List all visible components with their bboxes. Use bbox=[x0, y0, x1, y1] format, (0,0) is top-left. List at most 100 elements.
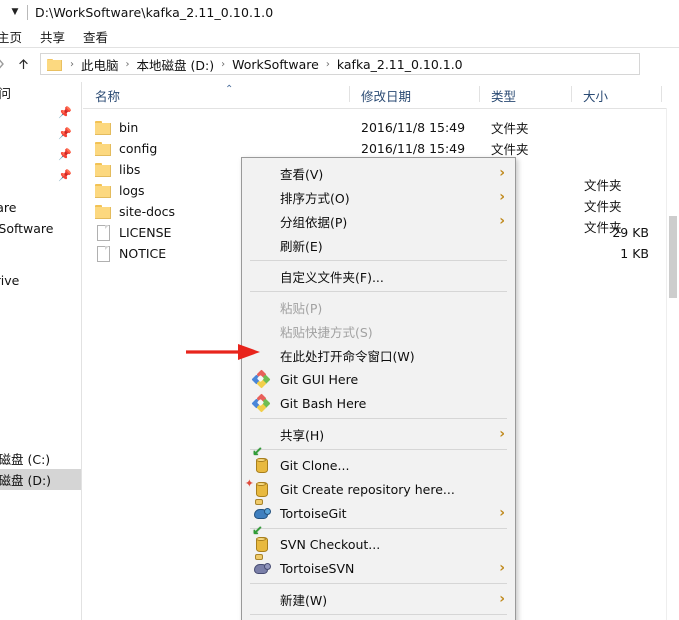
column-header-date-modified[interactable]: 修改日期 bbox=[349, 86, 411, 105]
menu-item-label: Git Bash Here bbox=[280, 395, 367, 411]
menu-item-new[interactable]: 新建(W) › bbox=[242, 587, 515, 611]
menu-item-git-bash-here[interactable]: Git Bash Here bbox=[242, 391, 515, 415]
scrollbar-thumb[interactable] bbox=[669, 216, 677, 298]
menu-item-view[interactable]: 查看(V) › bbox=[242, 161, 515, 185]
sidebar-item-software[interactable]: ware bbox=[0, 197, 82, 218]
menu-item-label: 刷新(E) bbox=[280, 238, 323, 254]
folder-icon bbox=[95, 120, 111, 135]
sidebar-item-videos[interactable]: 频 bbox=[0, 322, 82, 343]
folder-icon bbox=[95, 162, 111, 177]
column-header-type[interactable]: 类型 bbox=[479, 86, 516, 105]
menu-separator bbox=[250, 291, 507, 292]
file-icon bbox=[95, 246, 111, 262]
file-name-label: config bbox=[119, 141, 158, 156]
column-header-size[interactable]: 大小 bbox=[571, 86, 608, 105]
file-type-cell-hidden: 文件夹 bbox=[584, 220, 622, 235]
menu-item-tortoisegit[interactable]: TortoiseGit › bbox=[242, 499, 515, 525]
sidebar-item-onedrive[interactable]: Drive bbox=[0, 270, 82, 291]
file-explorer-window: ▼ D:\WorkSoftware\kafka_2.11_0.10.1.0 主页… bbox=[0, 0, 679, 620]
menu-item-refresh[interactable]: 刷新(E) bbox=[242, 233, 515, 257]
file-name-label: bin bbox=[119, 120, 139, 135]
tortoise-svn-icon bbox=[253, 554, 271, 576]
menu-item-group-by[interactable]: 分组依据(P) › bbox=[242, 209, 515, 233]
breadcrumb-local-disk-d[interactable]: 本地磁盘 (D:) bbox=[135, 55, 217, 74]
file-name-cell[interactable]: logs bbox=[95, 183, 145, 198]
sidebar-item-documents-pc[interactable]: 档 bbox=[0, 364, 82, 385]
file-date-cell: 2016/11/8 15:49 bbox=[361, 141, 466, 156]
breadcrumb-kafka[interactable]: kafka_2.11_0.10.1.0 bbox=[335, 57, 465, 72]
sidebar-item-local-disk-d[interactable]: 地磁盘 (D:) bbox=[0, 469, 82, 490]
column-header-name[interactable]: 名称 ⌃ bbox=[83, 84, 233, 105]
sidebar-item-worksoftware[interactable]: rkSoftware bbox=[0, 218, 82, 239]
sidebar-item-this-pc[interactable]: 脑 bbox=[0, 301, 82, 322]
file-name-label: logs bbox=[119, 183, 145, 198]
file-name-cell[interactable]: site-docs bbox=[95, 204, 175, 219]
menu-item-label: Git Create repository here... bbox=[280, 481, 455, 497]
vertical-scrollbar[interactable] bbox=[666, 108, 679, 620]
menu-item-git-create-repository-here[interactable]: ✦ Git Create repository here... bbox=[242, 477, 515, 501]
menu-item-paste: 粘贴(P) bbox=[242, 295, 515, 319]
tab-home[interactable]: 主页 bbox=[0, 26, 31, 47]
folder-icon bbox=[95, 141, 111, 156]
sidebar-item-engineering[interactable]: 程 bbox=[0, 239, 82, 260]
sidebar-item-downloads[interactable]: 载 📌 bbox=[0, 124, 82, 145]
file-name-label: NOTICE bbox=[119, 246, 167, 261]
menu-item-label: Git GUI Here bbox=[280, 371, 359, 387]
pin-icon[interactable]: 📌 bbox=[58, 128, 72, 140]
menu-item-open-command-window-here[interactable]: 在此处打开命令窗口(W) bbox=[242, 343, 515, 367]
folder-icon bbox=[95, 183, 111, 198]
sidebar-item-documents[interactable]: 档 📌 bbox=[0, 145, 82, 166]
sidebar-item-desktop[interactable]: 面 📌 bbox=[0, 103, 82, 124]
menu-item-label: 新建(W) bbox=[280, 592, 328, 608]
file-name-cell[interactable]: NOTICE bbox=[95, 246, 167, 262]
menu-item-tortoisesvn[interactable]: TortoiseSVN › bbox=[242, 554, 515, 580]
menu-item-customize-folder[interactable]: 自定义文件夹(F)... bbox=[242, 264, 515, 288]
file-icon bbox=[95, 225, 111, 241]
pin-icon[interactable]: 📌 bbox=[58, 149, 72, 161]
file-name-cell[interactable]: libs bbox=[95, 162, 140, 177]
sidebar-item-desktop-pc[interactable]: 面 bbox=[0, 427, 82, 448]
sidebar-item-music[interactable]: 乐 bbox=[0, 406, 82, 427]
sidebar-item-pictures[interactable]: 片 📌 bbox=[0, 166, 82, 187]
breadcrumb-worksoftware[interactable]: WorkSoftware bbox=[230, 57, 321, 72]
menu-item-label: 分组依据(P) bbox=[280, 214, 348, 230]
ribbon-tabs: 主页 共享 查看 bbox=[0, 25, 679, 47]
forward-icon[interactable] bbox=[0, 53, 12, 75]
menu-item-sort-by[interactable]: 排序方式(O) › bbox=[242, 185, 515, 209]
file-name-cell[interactable]: LICENSE bbox=[95, 225, 172, 241]
file-name-label: site-docs bbox=[119, 204, 176, 219]
sidebar-item-quick-access[interactable]: 访问 bbox=[0, 82, 82, 103]
pin-icon[interactable]: 📌 bbox=[58, 107, 72, 119]
breadcrumb-separator: › bbox=[325, 58, 330, 70]
file-name-cell[interactable]: bin bbox=[95, 120, 138, 135]
file-name-label: LICENSE bbox=[119, 225, 172, 240]
chevron-right-icon: › bbox=[499, 213, 505, 229]
chevron-right-icon: › bbox=[499, 591, 505, 607]
tab-share[interactable]: 共享 bbox=[31, 26, 74, 47]
column-divider[interactable] bbox=[661, 86, 662, 102]
menu-separator bbox=[250, 528, 507, 529]
file-type-cell: 文件夹 bbox=[491, 121, 529, 136]
breadcrumb-this-pc[interactable]: 此电脑 bbox=[79, 55, 121, 74]
menu-item-share[interactable]: 共享(H) › bbox=[242, 422, 515, 446]
sidebar-item-pictures-pc[interactable]: 片 bbox=[0, 343, 82, 364]
table-row[interactable]: bin 2016/11/8 15:49 文件夹 bbox=[83, 117, 679, 138]
chevron-down-icon[interactable]: ▼ bbox=[6, 4, 24, 22]
up-icon[interactable] bbox=[12, 53, 34, 75]
menu-item-svn-checkout[interactable]: ↙ SVN Checkout... bbox=[242, 525, 515, 556]
pin-icon[interactable]: 📌 bbox=[58, 170, 72, 182]
breadcrumb[interactable]: › 此电脑 › 本地磁盘 (D:) › WorkSoftware › kafka… bbox=[40, 53, 640, 75]
sidebar-item-downloads-pc[interactable]: 载 bbox=[0, 385, 82, 406]
sidebar-item-local-disk-c[interactable]: 地磁盘 (C:) bbox=[0, 448, 82, 469]
git-icon bbox=[251, 369, 271, 389]
address-bar: › 此电脑 › 本地磁盘 (D:) › WorkSoftware › kafka… bbox=[0, 48, 679, 80]
sort-ascending-icon: ⌃ bbox=[225, 84, 234, 95]
table-row[interactable]: config 2016/11/8 15:49 文件夹 bbox=[83, 138, 679, 159]
chevron-right-icon: › bbox=[499, 560, 505, 576]
tab-view[interactable]: 查看 bbox=[74, 26, 117, 47]
menu-item-git-gui-here[interactable]: Git GUI Here bbox=[242, 367, 515, 391]
file-name-cell[interactable]: config bbox=[95, 141, 157, 156]
menu-item-git-clone[interactable]: ↙ Git Clone... bbox=[242, 446, 515, 477]
menu-item-label: 在此处打开命令窗口(W) bbox=[280, 348, 415, 364]
